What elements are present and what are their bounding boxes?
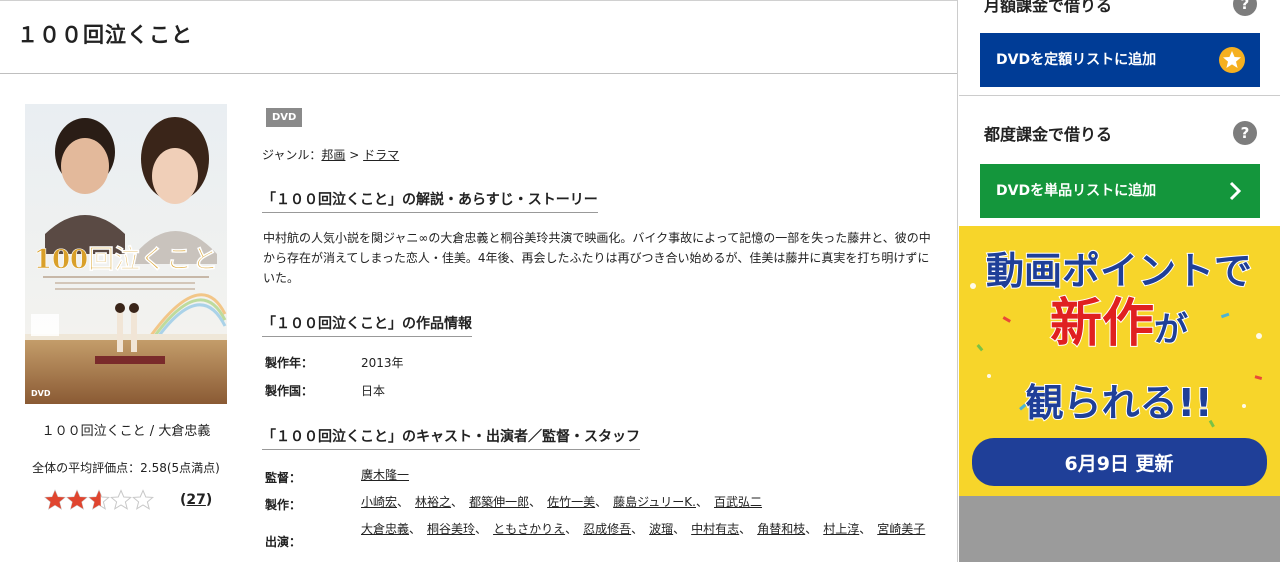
title-bar: １００回泣くこと <box>0 0 957 74</box>
star-rating <box>44 489 154 511</box>
year-value: 2013年 <box>361 356 404 370</box>
review-count-link[interactable]: 27 <box>186 492 205 508</box>
producer-link[interactable]: 都築伸一郎 <box>469 495 529 509</box>
list-separator: 、 <box>695 495 708 509</box>
genre-separator: > <box>345 148 364 162</box>
genre-label: ジャンル： <box>262 148 322 162</box>
cast-link[interactable]: ともさかりえ <box>493 522 565 536</box>
add-to-fixed-list-button[interactable]: DVDを定額リストに追加 <box>980 33 1260 87</box>
producer-link[interactable]: 佐竹一美 <box>547 495 595 509</box>
star-icon <box>132 489 154 510</box>
genre-breadcrumb: ジャンル：邦画 > ドラマ <box>262 146 399 163</box>
cast-link[interactable]: 桐谷美玲 <box>427 522 475 536</box>
list-separator: 、 <box>565 522 578 536</box>
cast-link[interactable]: 村上淳 <box>823 522 859 536</box>
list-separator: 、 <box>529 495 542 509</box>
cast-heading: 「１００回泣くこと」のキャスト・出演者／監督・スタッフ <box>262 426 640 450</box>
list-separator: 、 <box>451 495 464 509</box>
review-count[interactable]: (27) <box>180 492 212 508</box>
chevron-right-icon <box>1229 181 1242 201</box>
poster-dvd-mark: DVD <box>31 389 51 398</box>
list-separator: 、 <box>739 522 752 536</box>
banner-line-3: 観られる!! <box>1026 381 1213 425</box>
page-title: １００回泣くこと <box>17 23 193 47</box>
cast-link[interactable]: 中村有志 <box>691 522 739 536</box>
cast-link[interactable]: 忍成修吾 <box>583 522 631 536</box>
promo-banner[interactable]: 動画ポイントで 新作が 観られる!! 6月9日 更新 <box>959 226 1280 496</box>
star-icon <box>110 489 132 510</box>
producer-link[interactable]: 林裕之 <box>415 495 451 509</box>
year-label: 製作年： <box>265 356 314 370</box>
list-separator: 、 <box>397 495 410 509</box>
country-label: 製作国： <box>265 384 314 398</box>
list-separator: 、 <box>631 522 644 536</box>
cast-link[interactable]: 宮崎美子 <box>877 522 925 536</box>
add-to-single-list-button[interactable]: DVDを単品リストに追加 <box>980 164 1260 218</box>
producer-list: 小崎宏、 林裕之、 都築伸一郎、 佐竹一美、 藤島ジュリーK.、 百武弘二 <box>361 492 926 512</box>
director-list: 廣木隆一 <box>361 465 926 485</box>
cast-link[interactable]: 角替和枝 <box>757 522 805 536</box>
banner-line-1: 動画ポイントで <box>986 249 1252 293</box>
list-separator: 、 <box>595 495 608 509</box>
main-content: １００回泣くこと 100回泣くこと DVD １００回泣くこと / 大倉忠義 全体… <box>0 0 958 562</box>
list-separator: 、 <box>673 522 686 536</box>
producer-link[interactable]: 藤島ジュリーK. <box>613 495 696 509</box>
poster-image[interactable]: 100回泣くこと DVD <box>25 104 227 404</box>
list-separator: 、 <box>859 522 872 536</box>
monthly-rental-title: 月額課金で借りる <box>984 0 1113 15</box>
star-icon <box>44 489 66 510</box>
info-heading: 「１００回泣くこと」の作品情報 <box>262 313 472 337</box>
poster-title-art: 100回泣くこと <box>34 244 218 275</box>
director-label: 監督： <box>265 471 302 485</box>
producer-label: 製作： <box>265 498 302 512</box>
star-icon <box>88 489 110 510</box>
synopsis-text: 中村航の人気小説を関ジャニ∞の大倉忠義と桐谷美玲共演で映画化。バイク事故によって… <box>263 231 931 285</box>
add-to-single-list-label: DVDを単品リストに追加 <box>996 183 1157 199</box>
sidebar-divider <box>959 95 1280 96</box>
list-separator: 、 <box>475 522 488 536</box>
rental-sidebar: 月額課金で借りる ? DVDを定額リストに追加 都度課金で借りる ? DVDを単… <box>959 0 1280 562</box>
producer-link[interactable]: 小崎宏 <box>361 495 397 509</box>
star-badge-icon <box>1219 47 1245 73</box>
add-to-fixed-list-label: DVDを定額リストに追加 <box>996 52 1157 68</box>
producer-link[interactable]: 百武弘二 <box>714 495 762 509</box>
banner-line-2-suffix: が <box>1154 310 1188 350</box>
cast-link[interactable]: 大倉忠義 <box>361 522 409 536</box>
list-separator: 、 <box>805 522 818 536</box>
per-help-icon[interactable]: ? <box>1233 121 1257 145</box>
sidebar-empty-area <box>959 496 1280 562</box>
per-rental-title: 都度課金で借りる <box>984 125 1113 144</box>
cast-link[interactable]: 波瑠 <box>649 522 673 536</box>
star-icon <box>66 489 88 510</box>
synopsis-heading: 「１００回泣くこと」の解説・あらすじ・ストーリー <box>262 189 598 213</box>
media-badge: DVD <box>266 108 303 127</box>
banner-line-2: 新作 <box>1050 294 1154 354</box>
poster-caption: １００回泣くこと / 大倉忠義 <box>41 424 211 439</box>
banner-update-date: 6月9日 更新 <box>1064 452 1173 475</box>
list-separator: 、 <box>409 522 422 536</box>
average-rating-text: 全体の平均評価点：2.58(5点満点) <box>32 461 220 475</box>
genre-link-hougaku[interactable]: 邦画 <box>321 148 345 162</box>
cast-list: 大倉忠義、 桐谷美玲、 ともさかりえ、 忍成修吾、 波瑠、 中村有志、 角替和枝、 村上淳、宮… <box>361 519 926 539</box>
genre-link-drama[interactable]: ドラマ <box>363 148 399 162</box>
director-link[interactable]: 廣木隆一 <box>361 468 409 482</box>
country-value: 日本 <box>361 384 386 398</box>
monthly-help-icon[interactable]: ? <box>1233 0 1257 16</box>
cast-label: 出演： <box>265 535 302 549</box>
